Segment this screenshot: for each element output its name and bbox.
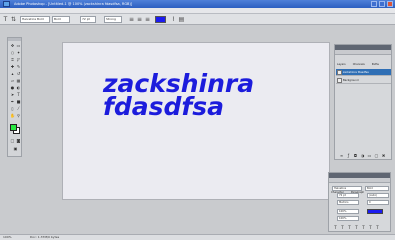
screen-mode-icon[interactable]: ▣ — [13, 146, 18, 151]
tab-layers[interactable]: Layers — [337, 63, 346, 66]
background-layer-thumbnail — [337, 78, 342, 83]
brush-icon[interactable]: ✎ — [16, 64, 21, 69]
character-panel-tabs: Character Paragraph — [329, 178, 390, 194]
eyedropper-icon[interactable]: ⁄ — [16, 106, 21, 111]
underline-icon[interactable]: T — [375, 225, 380, 230]
antialias-select[interactable]: Strong — [104, 16, 122, 23]
options-bar: T ⇅ Helvetica Bold Bold 72 pt Strong ≡ ≡… — [0, 14, 395, 25]
type-tool-icon[interactable]: T — [2, 16, 9, 23]
toolbox: ✥ ▭ ○ ✦ ⌗ ◸ ✚ ✎ ▴ ↺ ▱ ▦ ● ◐ ➤ T ✒ ■ ▯ ⁄ … — [7, 37, 22, 157]
superscript-icon[interactable]: T — [361, 225, 366, 230]
text-color-swatch[interactable] — [155, 16, 166, 23]
align-right-icon[interactable]: ≡ — [144, 16, 151, 23]
history-brush-icon[interactable]: ↺ — [16, 71, 21, 76]
healing-icon[interactable]: ✚ — [10, 64, 15, 69]
type-icon[interactable]: T — [16, 92, 21, 97]
layer-row-text[interactable]: zackshinra fdasdfsa — [336, 69, 391, 76]
zoom-icon[interactable]: ⚲ — [16, 113, 21, 118]
lasso-icon[interactable]: ○ — [10, 50, 15, 55]
align-center-icon[interactable]: ≡ — [136, 16, 143, 23]
status-bar: 100% Doc: 1.37M/0 bytes — [0, 234, 395, 240]
char-font-size[interactable]: 72 pt — [337, 193, 359, 198]
char-leading[interactable]: (Auto) — [367, 193, 389, 198]
document-info: Doc: 1.37M/0 bytes — [30, 235, 60, 239]
all-caps-icon[interactable]: T — [347, 225, 352, 230]
small-caps-icon[interactable]: T — [354, 225, 359, 230]
character-panel: Character Paragraph Helvetica Bold 72 pt… — [328, 172, 391, 232]
char-color-swatch[interactable] — [367, 209, 383, 214]
font-size-select[interactable]: 72 pt — [80, 16, 96, 23]
zoom-level[interactable]: 100% — [3, 235, 12, 240]
layer-name: zackshinra fdasdfsa — [343, 71, 369, 74]
text-layer-thumbnail — [337, 70, 342, 75]
char-vertical-scale[interactable]: 100% — [337, 209, 359, 214]
font-family-select[interactable]: Helvetica Bold — [20, 16, 50, 23]
dodge-icon[interactable]: ◐ — [16, 85, 21, 90]
char-tracking[interactable]: 0 — [367, 200, 389, 205]
window-title: Adobe Photoshop - [Untitled-1 @ 100% (za… — [14, 2, 133, 6]
eraser-icon[interactable]: ▱ — [10, 78, 15, 83]
pen-icon[interactable]: ✒ — [10, 99, 15, 104]
stamp-icon[interactable]: ▴ — [10, 71, 15, 76]
notes-icon[interactable]: ▯ — [10, 106, 15, 111]
new-group-icon[interactable]: ▭ — [367, 153, 372, 158]
standard-mode-icon[interactable]: □ — [10, 138, 15, 143]
gradient-icon[interactable]: ▦ — [16, 78, 21, 83]
quick-mask-icon[interactable]: ◙ — [16, 138, 21, 143]
crop-icon[interactable]: ⌗ — [10, 57, 15, 62]
font-style-select[interactable]: Bold — [52, 16, 70, 23]
warp-text-icon[interactable]: ⌇ — [170, 16, 177, 23]
layers-panel: Layers Channels Paths zackshinra fdasdfs… — [334, 44, 392, 160]
link-layers-icon[interactable]: ∞ — [339, 153, 344, 158]
canvas-text-line-2[interactable]: fdasdfsa — [103, 94, 224, 119]
photoshop-icon — [3, 1, 10, 7]
title-bar: Adobe Photoshop - [Untitled-1 @ 100% (za… — [0, 0, 395, 8]
hand-icon[interactable]: ✋ — [10, 113, 15, 118]
layer-row-background[interactable]: Background — [336, 77, 391, 84]
layer-name: Background — [343, 79, 359, 82]
marquee-icon[interactable]: ▭ — [16, 43, 21, 48]
move-icon[interactable]: ✥ — [10, 43, 15, 48]
shape-icon[interactable]: ■ — [16, 99, 21, 104]
path-icon[interactable]: ➤ — [10, 92, 15, 97]
document-canvas[interactable]: zackshinra fdasdfsa — [62, 42, 330, 200]
trash-icon[interactable]: ✖ — [381, 153, 386, 158]
subscript-icon[interactable]: T — [368, 225, 373, 230]
slice-icon[interactable]: ◸ — [16, 57, 21, 62]
layer-style-icon[interactable]: ƒ — [346, 153, 351, 158]
layer-mask-icon[interactable]: ◘ — [353, 153, 358, 158]
faux-italic-icon[interactable]: T — [340, 225, 345, 230]
char-font-style[interactable]: Bold — [365, 186, 389, 191]
char-horizontal-scale[interactable]: 100% — [337, 216, 359, 221]
foreground-color-swatch[interactable] — [10, 124, 17, 131]
faux-bold-icon[interactable]: T — [333, 225, 338, 230]
tab-channels[interactable]: Channels — [353, 63, 365, 66]
palettes-icon[interactable]: ▤ — [178, 16, 185, 23]
layers-panel-tabs: Layers Channels Paths — [335, 50, 391, 66]
new-fill-layer-icon[interactable]: ◑ — [360, 153, 365, 158]
magic-wand-icon[interactable]: ✦ — [16, 50, 21, 55]
toolbox-grip[interactable] — [8, 38, 21, 41]
blur-icon[interactable]: ● — [10, 85, 15, 90]
minimize-button[interactable] — [371, 1, 377, 7]
maximize-button[interactable] — [379, 1, 385, 7]
align-left-icon[interactable]: ≡ — [128, 16, 135, 23]
char-font-family[interactable]: Helvetica — [332, 186, 362, 191]
char-kerning[interactable]: Metrics — [337, 200, 359, 205]
tab-paths[interactable]: Paths — [372, 63, 379, 66]
new-layer-icon[interactable]: ▢ — [374, 153, 379, 158]
close-button[interactable] — [387, 1, 393, 7]
text-orientation-icon[interactable]: ⇅ — [10, 16, 17, 23]
